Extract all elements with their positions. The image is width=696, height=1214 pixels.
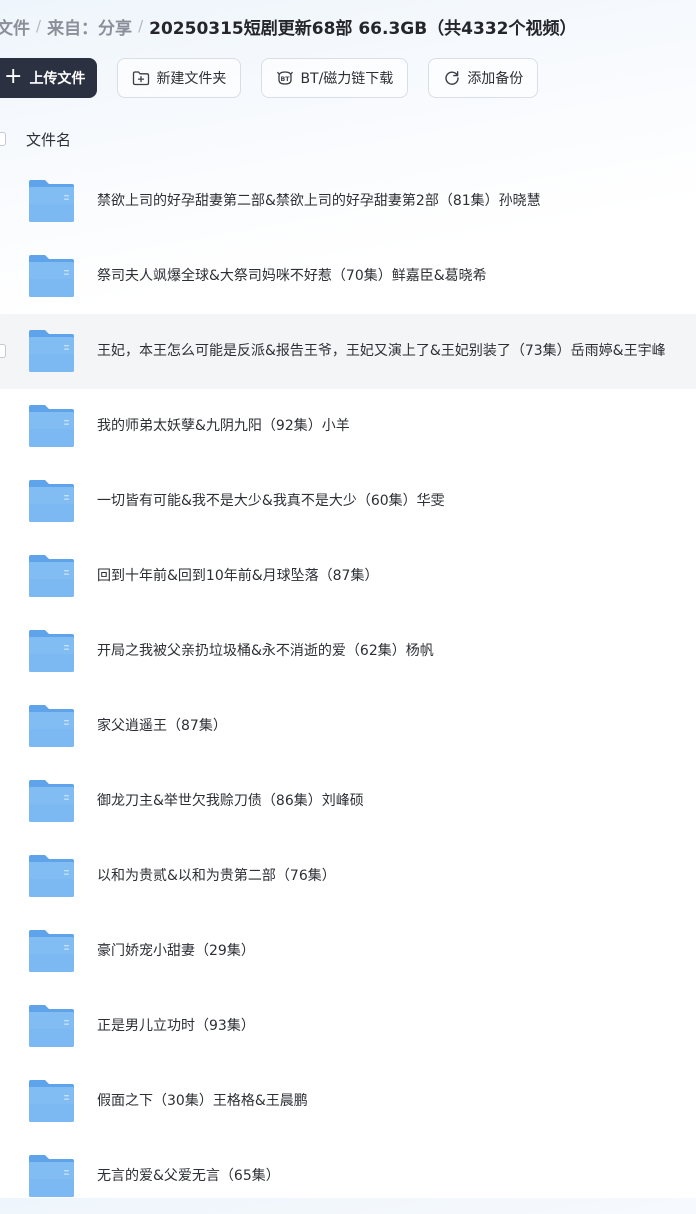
- file-name: 禁欲上司的好孕甜妻第二部&禁欲上司的好孕甜妻第2部（81集）孙晓慧: [97, 193, 541, 209]
- folder-icon: [28, 254, 75, 298]
- bt-icon: BT: [276, 69, 294, 87]
- file-list-item[interactable]: 御龙刀主&举世欠我赊刀债（86集）刘峰硕: [0, 764, 696, 839]
- folder-icon: [28, 1154, 75, 1198]
- file-name: 祭司夫人飒爆全球&大祭司妈咪不好惹（70集）鲜嘉臣&葛晓希: [97, 268, 487, 284]
- file-list-item[interactable]: 假面之下（30集）王格格&王晨鹏: [0, 1064, 696, 1139]
- folder-icon: [28, 479, 75, 523]
- breadcrumb-item-files[interactable]: 文件: [0, 14, 30, 39]
- file-list-item[interactable]: 开局之我被父亲扔垃圾桶&永不消逝的爱（62集）杨帆: [0, 614, 696, 689]
- breadcrumb-separator: /: [36, 17, 42, 35]
- file-name: 开局之我被父亲扔垃圾桶&永不消逝的爱（62集）杨帆: [97, 643, 434, 659]
- new-folder-button[interactable]: 新建文件夹: [117, 58, 242, 98]
- new-folder-icon: [132, 69, 150, 87]
- file-name: 豪门娇宠小甜妻（29集）: [97, 943, 255, 959]
- breadcrumb-item-shared[interactable]: 来自：分享: [47, 14, 132, 39]
- file-list-item[interactable]: 豪门娇宠小甜妻（29集）: [0, 914, 696, 989]
- bt-magnet-download-label: BT/磁力链下载: [300, 71, 394, 87]
- folder-icon: [28, 179, 75, 223]
- file-name: 一切皆有可能&我不是大少&我真不是大少（60集）华雯: [97, 493, 445, 509]
- upload-file-button[interactable]: + 上传文件: [0, 58, 98, 98]
- file-list-item[interactable]: 王妃，本王怎么可能是反派&报告王爷，王妃又演上了&王妃别装了（73集）岳雨婷&王…: [0, 314, 696, 389]
- new-folder-label: 新建文件夹: [156, 71, 227, 87]
- breadcrumb-current-folder: 20250315短剧更新68部 66.3GB（共4332个视频）: [149, 18, 577, 39]
- file-list-item[interactable]: 无言的爱&父爱无言（65集）: [0, 1139, 696, 1214]
- file-list: 禁欲上司的好孕甜妻第二部&禁欲上司的好孕甜妻第2部（81集）孙晓慧 祭司夫人飒爆…: [0, 164, 696, 1214]
- sync-icon: [443, 69, 461, 87]
- breadcrumb: 文件 / 来自：分享 / 20250315短剧更新68部 66.3GB（共433…: [0, 14, 577, 39]
- file-list-item[interactable]: 家父逍遥王（87集）: [0, 689, 696, 764]
- row-checkbox[interactable]: [0, 344, 6, 358]
- file-list-item[interactable]: 我的师弟太妖孽&九阴九阳（92集）小羊: [0, 389, 696, 464]
- file-name: 假面之下（30集）王格格&王晨鹏: [97, 1093, 308, 1109]
- file-list-item[interactable]: 禁欲上司的好孕甜妻第二部&禁欲上司的好孕甜妻第2部（81集）孙晓慧: [0, 164, 696, 239]
- file-name: 王妃，本王怎么可能是反派&报告王爷，王妃又演上了&王妃别装了（73集）岳雨婷&王…: [97, 343, 666, 359]
- folder-icon: [28, 329, 75, 373]
- bt-magnet-download-button[interactable]: BT BT/磁力链下载: [261, 58, 409, 98]
- folder-icon: [28, 629, 75, 673]
- file-list-item[interactable]: 以和为贵贰&以和为贵第二部（76集）: [0, 839, 696, 914]
- folder-icon: [28, 929, 75, 973]
- add-backup-button[interactable]: 添加备份: [428, 58, 539, 98]
- folder-icon: [28, 704, 75, 748]
- upload-file-label: 上传文件: [29, 71, 86, 87]
- file-name: 无言的爱&父爱无言（65集）: [97, 1168, 280, 1184]
- file-name: 以和为贵贰&以和为贵第二部（76集）: [97, 868, 336, 884]
- select-all-checkbox[interactable]: [0, 132, 6, 146]
- plus-icon: +: [4, 64, 23, 89]
- svg-text:BT: BT: [281, 76, 291, 83]
- file-list-item[interactable]: 回到十年前&回到10年前&月球坠落（87集）: [0, 539, 696, 614]
- add-backup-label: 添加备份: [467, 71, 524, 87]
- file-name: 我的师弟太妖孽&九阴九阳（92集）小羊: [97, 418, 350, 434]
- folder-icon: [28, 554, 75, 598]
- file-list-item[interactable]: 祭司夫人飒爆全球&大祭司妈咪不好惹（70集）鲜嘉臣&葛晓希: [0, 239, 696, 314]
- file-list-item[interactable]: 正是男儿立功时（93集）: [0, 989, 696, 1064]
- folder-icon: [28, 854, 75, 898]
- file-list-item[interactable]: 一切皆有可能&我不是大少&我真不是大少（60集）华雯: [0, 464, 696, 539]
- folder-icon: [28, 404, 75, 448]
- toolbar: + 上传文件 新建文件夹 BT BT/磁力链下载 添加备份: [0, 58, 558, 98]
- folder-icon: [28, 1004, 75, 1048]
- column-header-filename[interactable]: 文件名: [26, 129, 71, 150]
- folder-icon: [28, 1079, 75, 1123]
- file-name: 正是男儿立功时（93集）: [97, 1018, 255, 1034]
- file-name: 御龙刀主&举世欠我赊刀债（86集）刘峰硕: [97, 793, 364, 809]
- file-list-header: 文件名: [0, 126, 696, 152]
- file-name: 回到十年前&回到10年前&月球坠落（87集）: [97, 568, 379, 584]
- breadcrumb-separator: /: [138, 17, 144, 35]
- file-name: 家父逍遥王（87集）: [97, 718, 227, 734]
- folder-icon: [28, 779, 75, 823]
